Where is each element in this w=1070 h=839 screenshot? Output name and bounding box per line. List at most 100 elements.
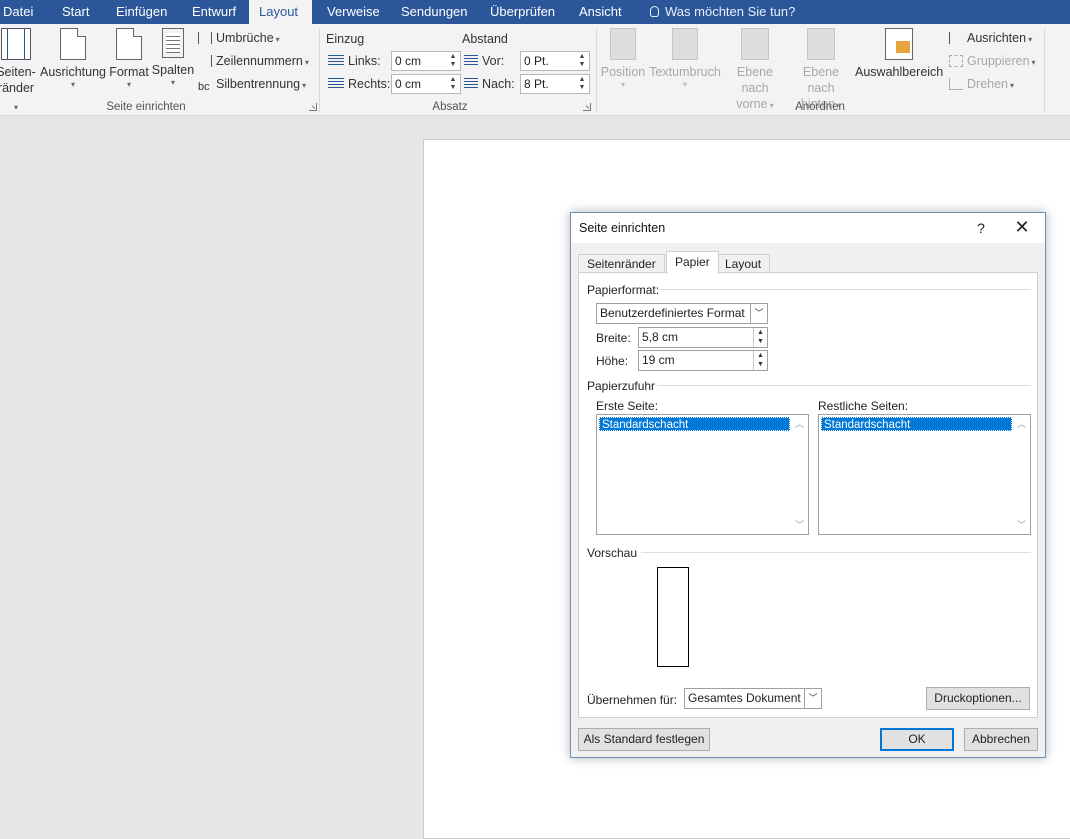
- align-button[interactable]: Ausrichten ▾: [949, 28, 1032, 48]
- breaks-button[interactable]: Umbrüche ▾: [198, 28, 280, 48]
- set-default-button[interactable]: Als Standard festlegen: [578, 728, 710, 751]
- breaks-icon: [198, 32, 212, 44]
- scrollbar[interactable]: ︿ ﹀: [1013, 415, 1030, 534]
- columns-icon: [162, 28, 184, 58]
- tab-verweise[interactable]: Verweise: [317, 0, 390, 24]
- position-label: Position: [600, 65, 646, 79]
- size-button[interactable]: Format ▾: [108, 28, 150, 90]
- dialog-titlebar[interactable]: Seite einrichten ? ✕: [571, 213, 1045, 243]
- tab-datei[interactable]: Datei: [0, 0, 43, 24]
- list-item-other-pages[interactable]: Standardschacht: [821, 417, 1012, 431]
- first-page-list[interactable]: Standardschacht ︿ ﹀: [596, 414, 809, 535]
- group-divider: [1044, 28, 1045, 112]
- group-objects-label: Gruppieren: [967, 54, 1030, 68]
- hyphenation-button[interactable]: bc Silbentrennung ▾: [198, 74, 306, 94]
- scrollbar[interactable]: ︿ ﹀: [791, 415, 808, 534]
- paper-size-value: Benutzerdefiniertes Format: [600, 306, 745, 320]
- tab-einfuegen[interactable]: Einfügen: [106, 0, 177, 24]
- chevron-down-icon: ▾: [126, 80, 131, 89]
- scroll-up-icon[interactable]: ︿: [791, 416, 808, 432]
- orientation-button[interactable]: Ausrichtung ▾: [39, 28, 107, 90]
- list-item-first-page[interactable]: Standardschacht: [599, 417, 790, 431]
- tab-sendungen[interactable]: Sendungen: [391, 0, 478, 24]
- spacing-before-label: Vor:: [464, 54, 504, 68]
- ok-button[interactable]: OK: [880, 728, 954, 751]
- indent-right-label: Rechts:: [328, 77, 390, 91]
- width-input[interactable]: 5,8 cm ▲ ▼: [638, 327, 768, 348]
- columns-button[interactable]: Spalten ▾: [151, 28, 195, 88]
- position-button[interactable]: Position ▾: [600, 28, 646, 90]
- width-value: 5,8 cm: [642, 330, 679, 344]
- tell-me-text: Was möchten Sie tun?: [665, 4, 796, 19]
- rotate-button[interactable]: Drehen ▾: [949, 74, 1014, 94]
- tab-start[interactable]: Start: [52, 0, 99, 24]
- height-value: 19 cm: [642, 353, 675, 367]
- close-icon[interactable]: ✕: [1011, 218, 1033, 238]
- margins-label-2: ränder: [0, 81, 35, 95]
- section-divider: [641, 552, 1031, 553]
- page-setup-dialog: Seite einrichten ? ✕ Seitenränder Papier…: [570, 212, 1046, 758]
- wrap-text-label: Textumbruch: [649, 65, 721, 79]
- selection-pane-button[interactable]: Auswahlbereich: [855, 28, 943, 80]
- spin-arrows-icon[interactable]: ▲ ▼: [448, 53, 458, 69]
- scroll-down-icon[interactable]: ﹀: [791, 517, 808, 533]
- tab-layout[interactable]: Layout: [249, 0, 312, 24]
- spin-arrows-icon[interactable]: ▲ ▼: [577, 53, 587, 69]
- chevron-down-icon[interactable]: ﹀: [804, 689, 821, 708]
- dialog-title: Seite einrichten: [579, 221, 666, 235]
- bring-forward-icon: [741, 28, 769, 60]
- scroll-down-icon[interactable]: ﹀: [1013, 517, 1030, 533]
- papier-panel: Papierformat: Benutzerdefiniertes Format…: [578, 272, 1038, 718]
- help-icon[interactable]: ?: [971, 218, 991, 238]
- line-numbers-button[interactable]: Zeilennummern ▾: [198, 51, 309, 71]
- bring-forward-label: Ebene nach: [736, 65, 774, 95]
- chevron-down-icon[interactable]: ﹀: [750, 304, 767, 323]
- height-input[interactable]: 19 cm ▲ ▼: [638, 350, 768, 371]
- paper-size-select[interactable]: Benutzerdefiniertes Format ﹀: [596, 303, 768, 324]
- spin-arrows-icon[interactable]: ▲ ▼: [753, 328, 767, 347]
- spin-arrows-icon[interactable]: ▲ ▼: [448, 76, 458, 92]
- wrap-text-button[interactable]: Textumbruch ▾: [648, 28, 722, 90]
- tell-me-box[interactable]: Was möchten Sie tun?: [650, 0, 795, 24]
- spacing-after-input[interactable]: 8 Pt. ▲ ▼: [520, 74, 590, 94]
- indent-left-input[interactable]: 0 cm ▲ ▼: [391, 51, 461, 71]
- indent-right-input[interactable]: 0 cm ▲ ▼: [391, 74, 461, 94]
- orientation-icon: [60, 28, 86, 60]
- lightbulb-icon: [650, 6, 659, 17]
- scroll-up-icon[interactable]: ︿: [1013, 416, 1030, 432]
- section-divider: [657, 289, 1031, 290]
- tab-papier[interactable]: Papier: [666, 251, 719, 274]
- print-options-button[interactable]: Druckoptionen...: [926, 687, 1030, 710]
- tab-ansicht[interactable]: Ansicht: [569, 0, 632, 24]
- group-divider: [596, 28, 597, 112]
- cancel-button[interactable]: Abbrechen: [964, 728, 1038, 751]
- tab-seitenraender[interactable]: Seitenränder: [578, 254, 665, 273]
- apply-to-value: Gesamtes Dokument: [688, 691, 801, 705]
- rotate-icon: [949, 78, 963, 90]
- columns-label: Spalten: [151, 63, 195, 77]
- margins-label: Seiten-: [0, 65, 36, 79]
- group-objects-button[interactable]: Gruppieren ▾: [949, 51, 1036, 71]
- section-divider: [657, 385, 1031, 386]
- selection-pane-icon: [885, 28, 913, 60]
- tab-ueberpruefen[interactable]: Überprüfen: [480, 0, 565, 24]
- group-label-anordnen: Anordnen: [795, 101, 845, 113]
- dialog-launcher-icon[interactable]: [309, 103, 317, 111]
- margins-icon: [1, 28, 31, 60]
- indent-right-icon: [328, 78, 344, 90]
- tab-layout-dialog[interactable]: Layout: [716, 254, 771, 273]
- ribbon-tab-bar: Datei Start Einfügen Entwurf Layout Verw…: [0, 0, 1070, 24]
- ribbon: Seiten- ränder ▾ Ausrichtung ▾ Format ▾ …: [0, 24, 1070, 116]
- apply-to-select[interactable]: Gesamtes Dokument ﹀: [684, 688, 822, 709]
- spin-arrows-icon[interactable]: ▲ ▼: [577, 76, 587, 92]
- group-label-seite-einrichten: Seite einrichten: [106, 101, 186, 113]
- spacing-before-input[interactable]: 0 Pt. ▲ ▼: [520, 51, 590, 71]
- tab-entwurf[interactable]: Entwurf: [182, 0, 246, 24]
- dialog-launcher-icon[interactable]: [583, 103, 591, 111]
- other-pages-list[interactable]: Standardschacht ︿ ﹀: [818, 414, 1031, 535]
- hyphenation-label: Silbentrennung: [216, 77, 301, 91]
- spacing-title: Abstand: [462, 32, 508, 46]
- margins-button[interactable]: Seiten- ränder ▾: [0, 28, 36, 116]
- line-numbers-label: Zeilennummern: [216, 54, 303, 68]
- spin-arrows-icon[interactable]: ▲ ▼: [753, 351, 767, 370]
